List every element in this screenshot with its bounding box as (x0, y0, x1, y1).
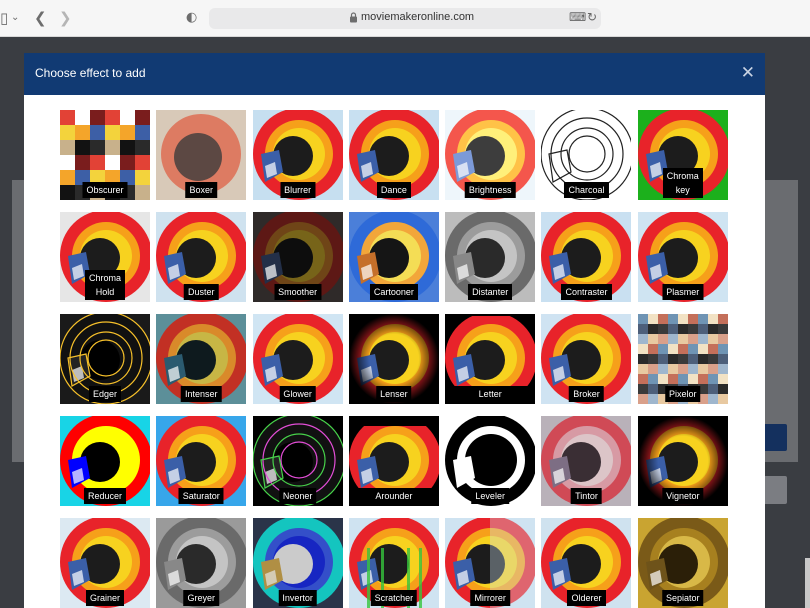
effect-label: Blurrer (280, 182, 316, 198)
effect-tile[interactable]: Blurrer (252, 110, 343, 200)
close-icon[interactable]: ✕ (741, 64, 755, 82)
effect-label: Glower (279, 386, 316, 402)
effect-tile[interactable]: Cartooner (348, 212, 439, 302)
effect-tile[interactable]: Charcoal (541, 110, 632, 200)
effect-tile[interactable]: Distanter (445, 212, 536, 302)
effect-tile[interactable]: Obscurer (60, 110, 150, 200)
effect-tile[interactable]: Brightness (445, 110, 536, 200)
lock-icon (350, 12, 357, 23)
effect-tile[interactable]: Neoner (252, 416, 343, 506)
effect-tile[interactable]: Boxer (156, 110, 247, 200)
chevron-down-icon[interactable]: ⌄ (11, 9, 19, 27)
effect-label: Smoother (274, 284, 322, 300)
effect-tile[interactable]: Arounder (348, 416, 439, 506)
effect-label: Greyer (183, 590, 220, 606)
effect-label: Arounder (371, 488, 417, 504)
effect-label: Contraster (561, 284, 612, 300)
effect-label: Sepiator (662, 590, 704, 606)
effect-label: Intenser (181, 386, 222, 402)
effect-tile[interactable]: Intenser (156, 314, 247, 404)
effect-tile[interactable]: Sepiator (637, 518, 728, 608)
effect-tile[interactable]: Duster (156, 212, 247, 302)
effect-tile[interactable]: Vignetor (637, 416, 728, 506)
effect-label: Invertor (278, 590, 317, 606)
back-icon[interactable]: ❮ (34, 9, 47, 27)
effect-label: Pixelor (665, 386, 701, 402)
browser-toolbar: ▯ ⌄ ❮ ❯ ◐ moviemakeronline.com ⌨ ↻ (0, 0, 810, 37)
forward-icon[interactable]: ❯ (59, 9, 72, 27)
effect-label: Boxer (185, 182, 218, 198)
url-text: moviemakeronline.com (361, 11, 475, 23)
effect-tile[interactable]: Chroma Hold (60, 212, 150, 302)
effect-label: Distanter (468, 284, 513, 300)
effect-tile[interactable]: Letter (445, 314, 536, 404)
effect-label: Saturator (178, 488, 224, 504)
translate-icon[interactable]: ⌨ (569, 10, 586, 24)
effect-tile[interactable]: Greyer (156, 518, 247, 608)
effect-tile[interactable]: Olderer (541, 518, 632, 608)
effect-tile[interactable]: Mirrorer (445, 518, 536, 608)
effect-tile[interactable]: Lenser (348, 314, 439, 404)
effect-label: Cartooner (369, 284, 418, 300)
sidebar-icon[interactable]: ▯ (0, 9, 8, 27)
effect-tile[interactable]: Invertor (252, 518, 343, 608)
effect-grid: Obscurer Boxer Blurrer Dance Brightness Charc… (60, 110, 730, 608)
effect-label: Edger (88, 386, 122, 402)
reload-icon[interactable]: ↻ (587, 10, 597, 24)
effect-label: Vignetor (662, 488, 704, 504)
effect-label: Scratcher (370, 590, 418, 606)
effect-label: Broker (569, 386, 604, 402)
effect-tile[interactable]: Chroma key (637, 110, 728, 200)
address-bar[interactable]: moviemakeronline.com ⌨ ↻ (209, 8, 601, 29)
effect-tile[interactable]: Saturator (156, 416, 247, 506)
effect-label: Dance (376, 182, 411, 198)
modal-title: Choose effect to add (35, 66, 146, 80)
effect-label: Lenser (376, 386, 412, 402)
effect-label: Leveler (471, 488, 509, 504)
privacy-shield-icon[interactable]: ◐ (186, 9, 197, 27)
effect-label: Chroma key (662, 168, 703, 198)
effect-label: Grainer (85, 590, 125, 606)
effect-tile[interactable]: Plasmer (637, 212, 728, 302)
effect-label: Chroma Hold (84, 270, 126, 300)
effect-tile[interactable]: Contraster (541, 212, 632, 302)
effect-tile[interactable]: Broker (541, 314, 632, 404)
effect-label: Neoner (278, 488, 317, 504)
effect-tile[interactable]: Edger (60, 314, 150, 404)
effect-label: Duster (184, 284, 219, 300)
modal-header: Choose effect to add ✕ (24, 53, 765, 95)
effect-tile[interactable]: Glower (252, 314, 343, 404)
effect-label: Tintor (571, 488, 602, 504)
effect-tile[interactable]: Tintor (541, 416, 632, 506)
effect-tile[interactable]: Reducer (60, 416, 150, 506)
effect-label: Plasmer (662, 284, 704, 300)
effect-label: Reducer (83, 488, 127, 504)
effect-tile[interactable]: Scratcher (348, 518, 439, 608)
effect-tile[interactable]: Leveler (445, 416, 536, 506)
effect-tile[interactable]: Smoother (252, 212, 343, 302)
effect-tile[interactable]: Dance (348, 110, 439, 200)
effect-label: Olderer (567, 590, 606, 606)
effect-label: Charcoal (564, 182, 609, 198)
effect-tile[interactable]: Pixelor (637, 314, 728, 404)
effect-picker-modal: Choose effect to add ✕ Obscurer Boxer Blur… (24, 53, 765, 608)
effect-label: Obscurer (82, 182, 128, 198)
effect-label: Mirrorer (470, 590, 510, 606)
effect-label: Letter (474, 386, 506, 402)
effect-tile[interactable]: Grainer (60, 518, 150, 608)
effect-label: Brightness (464, 182, 516, 198)
page-scrollbar[interactable] (805, 558, 810, 608)
